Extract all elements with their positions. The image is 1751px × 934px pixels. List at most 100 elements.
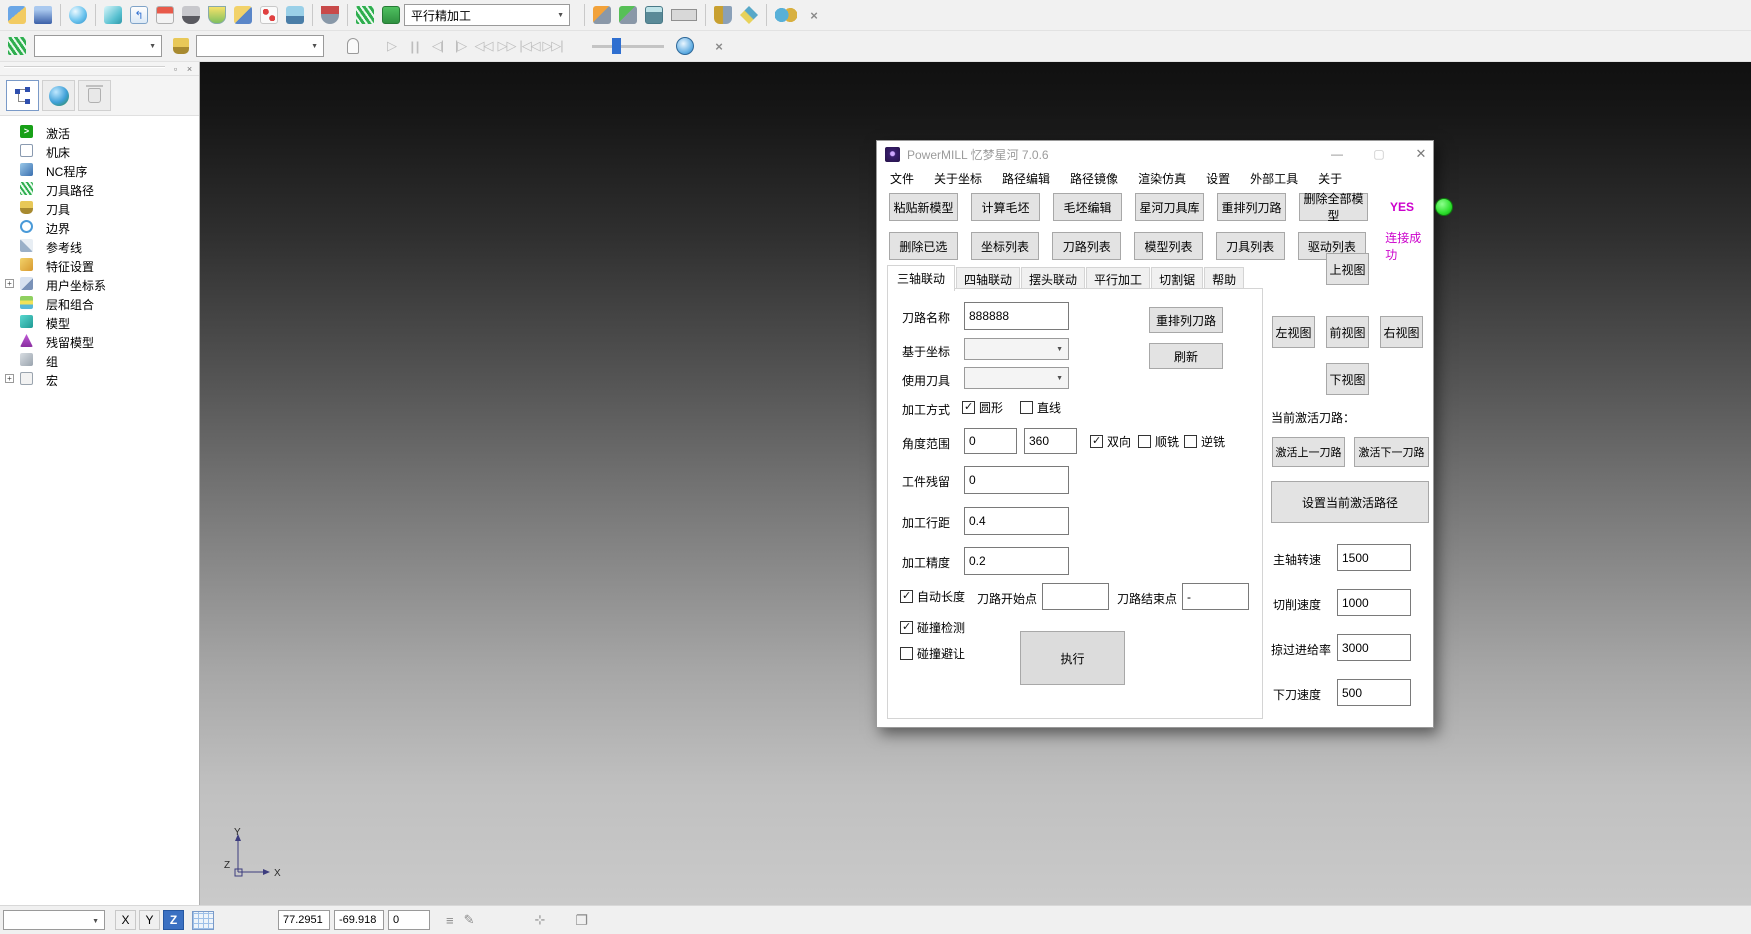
stepover-input[interactable]: [964, 507, 1069, 535]
tree-item-feature-sets[interactable]: 特征设置: [0, 255, 199, 274]
toolpaths-icon[interactable]: [4, 33, 30, 59]
view-front-button[interactable]: 前视图: [1326, 316, 1369, 348]
auto-length-checkbox[interactable]: 自动长度: [900, 588, 965, 605]
dialog-titlebar[interactable]: PowerMILL 忆梦星河 7.0.6 — ▢ ✕: [877, 141, 1433, 167]
expand-icon[interactable]: +: [5, 374, 14, 383]
menu-path-mirror[interactable]: 路径镜像: [1070, 170, 1118, 187]
checkbox-icon[interactable]: [900, 647, 913, 660]
simulate-tool-icon[interactable]: [317, 2, 343, 28]
block-icon[interactable]: [100, 2, 126, 28]
rewind-icon[interactable]: [472, 35, 495, 58]
tree-item-groups[interactable]: 组: [0, 350, 199, 369]
tool-list-button[interactable]: 刀具列表: [1216, 232, 1285, 260]
angle-from-input[interactable]: [964, 428, 1017, 454]
checkbox-icon[interactable]: [1090, 435, 1103, 448]
activate-prev-button[interactable]: 激活上一刀路: [1272, 437, 1345, 467]
bidirectional-checkbox[interactable]: 双向: [1090, 433, 1131, 450]
base-coord-combo[interactable]: [964, 338, 1069, 360]
strategy-combo[interactable]: 平行精加工: [404, 4, 570, 26]
angle-to-input[interactable]: [1024, 428, 1077, 454]
checkbox-icon[interactable]: [962, 401, 975, 414]
coord-list-button[interactable]: 坐标列表: [971, 232, 1040, 260]
gouge-check-icon[interactable]: [589, 2, 615, 28]
climb-mill-checkbox[interactable]: 顺铣: [1138, 433, 1179, 450]
calc-block-button[interactable]: 计算毛坯: [971, 193, 1040, 221]
tree-item-activate[interactable]: 激活: [0, 122, 199, 141]
device-icon[interactable]: ❐: [575, 912, 588, 929]
clock-icon[interactable]: [672, 33, 698, 59]
dock-grip[interactable]: [4, 66, 165, 68]
skim-feed-input[interactable]: [1337, 634, 1411, 661]
tree-item-macros[interactable]: +宏: [0, 369, 199, 388]
toolpath-combo[interactable]: [34, 35, 162, 57]
tree-item-models[interactable]: 模型: [0, 312, 199, 331]
view-left-button[interactable]: 左视图: [1272, 316, 1315, 348]
tab-3axis[interactable]: 三轴联动: [887, 265, 955, 291]
fast-forward-icon[interactable]: [495, 35, 518, 58]
tool-pair-icon[interactable]: [710, 2, 736, 28]
transform-icon[interactable]: [736, 2, 762, 28]
menu-coords[interactable]: 关于坐标: [934, 170, 982, 187]
menu-render-sim[interactable]: 渲染仿真: [1138, 170, 1186, 187]
axis-x-button[interactable]: X: [115, 910, 136, 930]
float-panel-icon[interactable]: ▫: [169, 63, 182, 75]
coord-z-input[interactable]: [388, 910, 430, 930]
use-tool-combo[interactable]: [964, 367, 1069, 389]
play-icon[interactable]: [380, 35, 403, 58]
calculator-icon[interactable]: [641, 2, 667, 28]
tree-item-levels-sets[interactable]: 层和组合: [0, 293, 199, 312]
collision-avoid-checkbox[interactable]: 碰撞避让: [900, 645, 965, 662]
menu-path-edit[interactable]: 路径编辑: [1002, 170, 1050, 187]
close-panel-icon[interactable]: ×: [183, 63, 196, 75]
tool-combo[interactable]: [196, 35, 324, 57]
workplane-combo[interactable]: [3, 910, 105, 930]
delete-all-models-button[interactable]: 删除全部模型: [1299, 193, 1368, 221]
go-start-icon[interactable]: [518, 35, 541, 58]
tree-item-machine[interactable]: 机床: [0, 141, 199, 160]
step-back-icon[interactable]: [426, 35, 449, 58]
workplane-pair-icon[interactable]: [771, 2, 801, 28]
pattern-tool-icon[interactable]: [230, 2, 256, 28]
rearrange-toolpaths-button[interactable]: 重排列刀路: [1217, 193, 1286, 221]
conventional-mill-checkbox[interactable]: 逆铣: [1184, 433, 1225, 450]
axis-z-button[interactable]: Z: [163, 910, 184, 930]
toolpath-name-input[interactable]: [964, 302, 1069, 330]
menu-about[interactable]: 关于: [1318, 170, 1342, 187]
stock-allowance-input[interactable]: [964, 466, 1069, 494]
mode-line-checkbox[interactable]: 直线: [1020, 399, 1061, 416]
recycle-bin-tab[interactable]: [78, 80, 111, 111]
menu-settings[interactable]: 设置: [1206, 170, 1230, 187]
save-project-icon[interactable]: [30, 2, 56, 28]
toolpath-list-button[interactable]: 刀路列表: [1052, 232, 1121, 260]
verify-tool-icon[interactable]: [615, 2, 641, 28]
rearrange-button[interactable]: 重排列刀路: [1149, 307, 1223, 333]
tolerance-input[interactable]: [964, 547, 1069, 575]
tree-item-patterns[interactable]: 参考线: [0, 236, 199, 255]
plunge-feed-input[interactable]: [1337, 679, 1411, 706]
checkbox-icon[interactable]: [1020, 401, 1033, 414]
strategy-list-icon[interactable]: [378, 2, 404, 28]
tree-item-nc-programs[interactable]: NC程序: [0, 160, 199, 179]
menu-external-tools[interactable]: 外部工具: [1250, 170, 1298, 187]
set-active-path-button[interactable]: 设置当前激活路径: [1271, 481, 1429, 523]
end-point-input[interactable]: [1182, 583, 1249, 610]
checkbox-icon[interactable]: [900, 590, 913, 603]
coord-x-input[interactable]: [278, 910, 330, 930]
pause-icon[interactable]: [403, 35, 426, 58]
nc-program-icon[interactable]: [152, 2, 178, 28]
tree-item-tools[interactable]: 刀具: [0, 198, 199, 217]
checkbox-icon[interactable]: [1184, 435, 1197, 448]
checkbox-icon[interactable]: [900, 621, 913, 634]
coord-y-input[interactable]: [334, 910, 384, 930]
drilling-icon[interactable]: [282, 2, 308, 28]
start-point-input[interactable]: [1042, 583, 1109, 610]
crosshair-icon[interactable]: ⊹: [535, 912, 546, 928]
model-list-button[interactable]: 模型列表: [1134, 232, 1203, 260]
collision-check-checkbox[interactable]: 碰撞检测: [900, 619, 965, 636]
minimize-icon[interactable]: —: [1320, 141, 1354, 167]
tree-item-boundaries[interactable]: 边界: [0, 217, 199, 236]
block-edit-button[interactable]: 毛坯编辑: [1053, 193, 1122, 221]
view-bottom-button[interactable]: 下视图: [1326, 363, 1369, 395]
points-icon[interactable]: [256, 2, 282, 28]
speed-slider[interactable]: [592, 35, 664, 57]
